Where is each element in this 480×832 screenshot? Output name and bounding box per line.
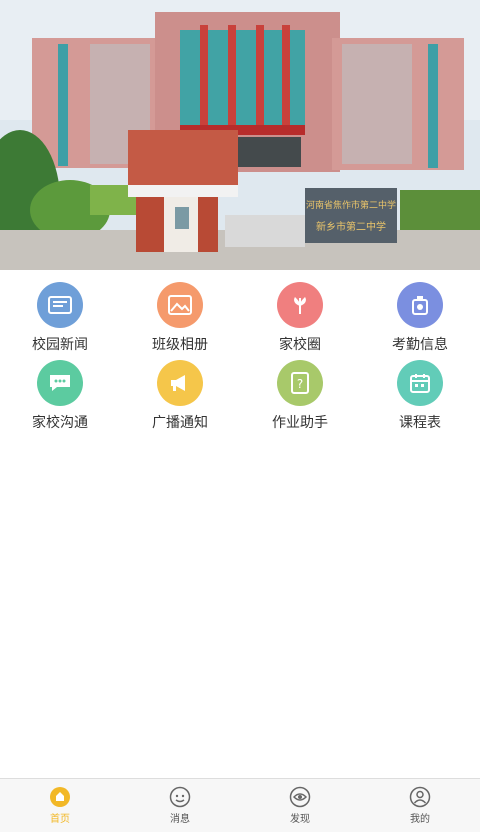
menu-label: 家校圈	[279, 337, 321, 353]
home-icon	[50, 787, 70, 807]
menu-item-timetable[interactable]: 课程表	[360, 360, 480, 432]
svg-text:?: ?	[297, 377, 303, 391]
menu-item-class-album[interactable]: 班级相册	[120, 282, 240, 354]
banner-sign-line2: 新乡市第二中学	[316, 220, 386, 233]
menu-label: 考勤信息	[392, 337, 448, 353]
menu-item-attendance[interactable]: 考勤信息	[360, 282, 480, 354]
menu-label: 作业助手	[272, 415, 328, 431]
chat-icon	[37, 360, 83, 406]
message-icon	[169, 786, 191, 808]
tab-messages[interactable]: 消息	[120, 779, 240, 832]
discover-icon	[289, 786, 311, 808]
school-banner[interactable]: 河南省焦作市第二中学 新乡市第二中学	[0, 0, 480, 270]
homework-icon: ?	[277, 360, 323, 406]
leaf-icon	[277, 282, 323, 328]
tab-label: 发现	[290, 814, 310, 825]
menu-label: 班级相册	[152, 337, 208, 353]
megaphone-icon	[157, 360, 203, 406]
tab-label: 首页	[50, 814, 70, 825]
photo-icon	[157, 282, 203, 328]
menu-item-home-school-communication[interactable]: 家校沟通	[0, 360, 120, 432]
menu-item-campus-news[interactable]: 校园新闻	[0, 282, 120, 354]
tab-profile[interactable]: 我的	[360, 779, 480, 832]
menu-item-homework-assistant[interactable]: ? 作业助手	[240, 360, 360, 432]
profile-icon	[409, 786, 431, 808]
calendar-icon	[397, 360, 443, 406]
menu-label: 校园新闻	[32, 337, 88, 353]
menu-label: 家校沟通	[32, 415, 88, 431]
bottom-tab-bar: 首页 消息 发现 我的	[0, 778, 480, 832]
tab-label: 我的	[410, 814, 430, 825]
tab-discover[interactable]: 发现	[240, 779, 360, 832]
menu-label: 课程表	[399, 415, 441, 431]
tab-label: 消息	[170, 814, 190, 825]
menu-item-broadcast-notice[interactable]: 广播通知	[120, 360, 240, 432]
menu-item-home-school-circle[interactable]: 家校圈	[240, 282, 360, 354]
banner-sign-line1: 河南省焦作市第二中学	[306, 199, 396, 211]
tab-home[interactable]: 首页	[0, 779, 120, 832]
menu-label: 广播通知	[152, 415, 208, 431]
attendance-icon	[397, 282, 443, 328]
newspaper-icon	[37, 282, 83, 328]
school-building-photo: 河南省焦作市第二中学 新乡市第二中学	[0, 0, 480, 270]
